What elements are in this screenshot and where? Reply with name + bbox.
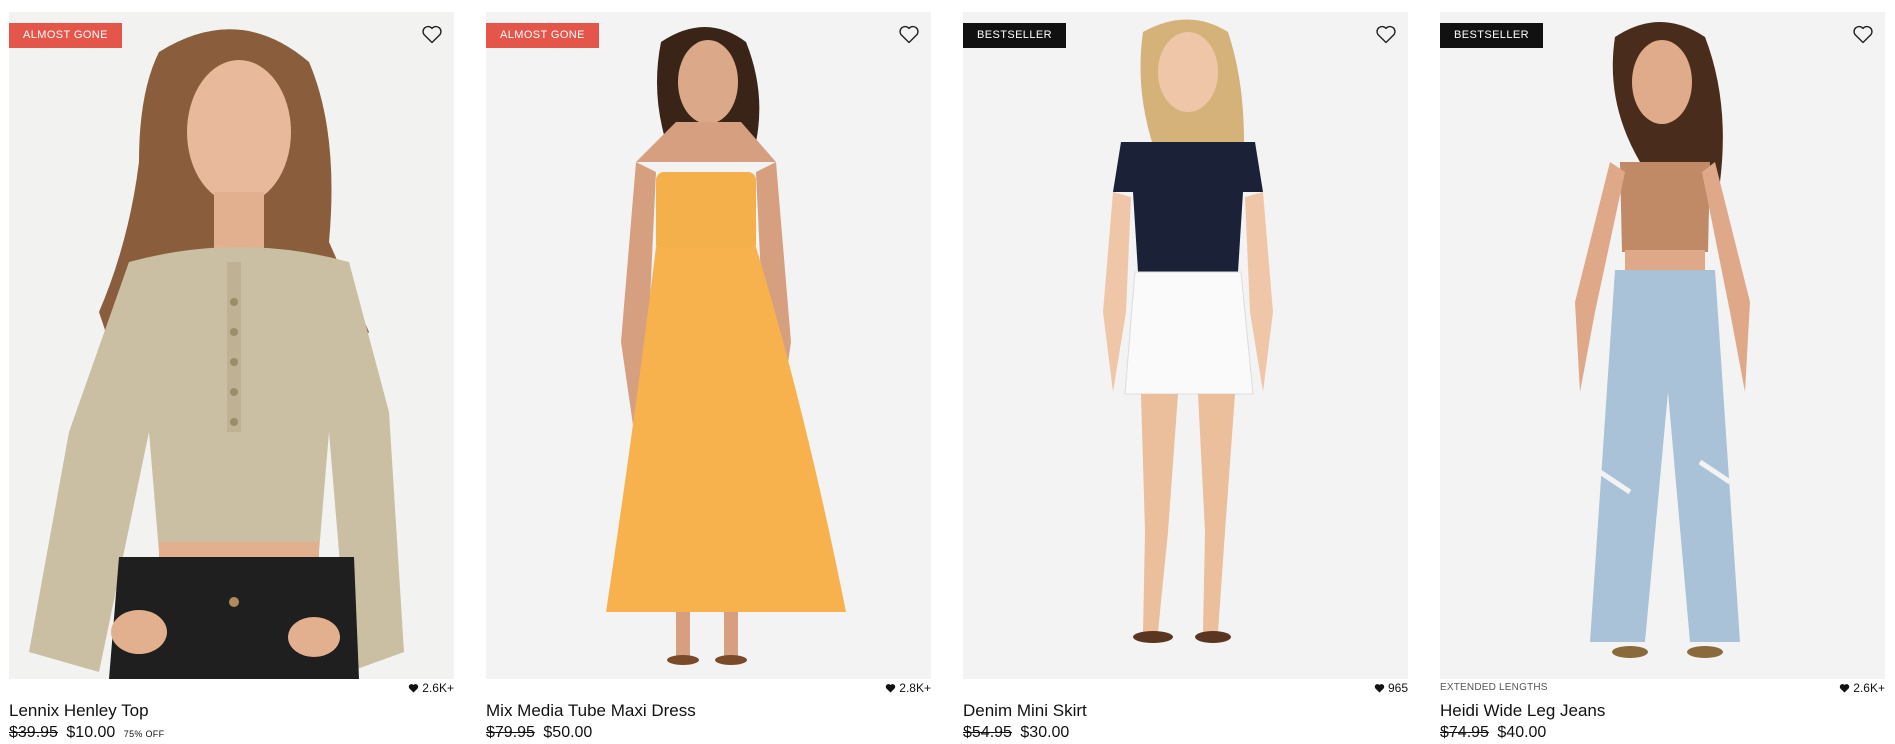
product-badge: ALMOST GONE (486, 23, 599, 48)
likes-value: 2.6K+ (1853, 681, 1885, 695)
product-name[interactable]: Denim Mini Skirt (963, 701, 1408, 721)
product-name[interactable]: Mix Media Tube Maxi Dress (486, 701, 931, 721)
sale-price: $30.00 (1020, 724, 1070, 741)
likes-count: 2.6K+ (408, 681, 454, 695)
product-meta-row: 2.8K+ (486, 681, 931, 697)
product-image[interactable]: BESTSELLER (1440, 12, 1885, 679)
product-photo (963, 12, 1408, 679)
product-meta-row: EXTENDED LENGTHS 2.6K+ (1440, 681, 1885, 697)
product-image[interactable]: ALMOST GONE (486, 12, 931, 679)
product-card: BESTSELLER 965 Denim Mini Skirt $54.95 $… (963, 12, 1408, 744)
sale-price: $10.00 (66, 724, 116, 741)
original-price: $39.95 (9, 724, 58, 741)
original-price: $79.95 (486, 724, 535, 741)
product-card: BESTSELLER EXTENDED LENGTHS 2.6K+ Heidi … (1440, 12, 1885, 744)
heart-filled-icon (1840, 684, 1850, 693)
likes-count: 2.6K+ (1839, 681, 1885, 695)
heart-outline-icon[interactable] (1374, 22, 1398, 46)
product-card: ALMOST GONE 2.6K+ Lennix Henley Top $39.… (9, 12, 454, 744)
product-photo (1440, 12, 1885, 679)
product-tagline: EXTENDED LENGTHS (1440, 682, 1548, 693)
heart-filled-icon (1374, 684, 1385, 693)
heart-outline-icon[interactable] (897, 22, 921, 46)
likes-count: 2.8K+ (885, 681, 931, 695)
product-image[interactable]: ALMOST GONE (9, 12, 454, 679)
original-price: $54.95 (963, 724, 1012, 741)
discount-label: 75% OFF (123, 729, 165, 739)
product-badge: BESTSELLER (963, 23, 1066, 48)
likes-count: 965 (1374, 681, 1408, 695)
heart-filled-icon (886, 684, 896, 693)
product-grid: ALMOST GONE 2.6K+ Lennix Henley Top $39.… (9, 12, 1887, 744)
sale-price: $40.00 (1497, 724, 1547, 741)
original-price: $74.95 (1440, 724, 1489, 741)
likes-value: 2.8K+ (899, 681, 931, 695)
product-photo (9, 12, 454, 679)
product-card: ALMOST GONE 2.8K+ Mix Media Tube Maxi Dr… (486, 12, 931, 744)
heart-filled-icon (409, 684, 419, 693)
product-badge: BESTSELLER (1440, 23, 1543, 48)
product-name[interactable]: Lennix Henley Top (9, 701, 454, 721)
product-name[interactable]: Heidi Wide Leg Jeans (1440, 701, 1885, 721)
likes-value: 965 (1387, 681, 1408, 695)
product-meta-row: 2.6K+ (9, 681, 454, 697)
product-badge: ALMOST GONE (9, 23, 122, 48)
product-image[interactable]: BESTSELLER (963, 12, 1408, 679)
heart-outline-icon[interactable] (420, 22, 444, 46)
product-meta-row: 965 (963, 681, 1408, 697)
sale-price: $50.00 (543, 724, 593, 741)
heart-outline-icon[interactable] (1851, 22, 1875, 46)
likes-value: 2.6K+ (422, 681, 454, 695)
product-photo (486, 12, 931, 679)
